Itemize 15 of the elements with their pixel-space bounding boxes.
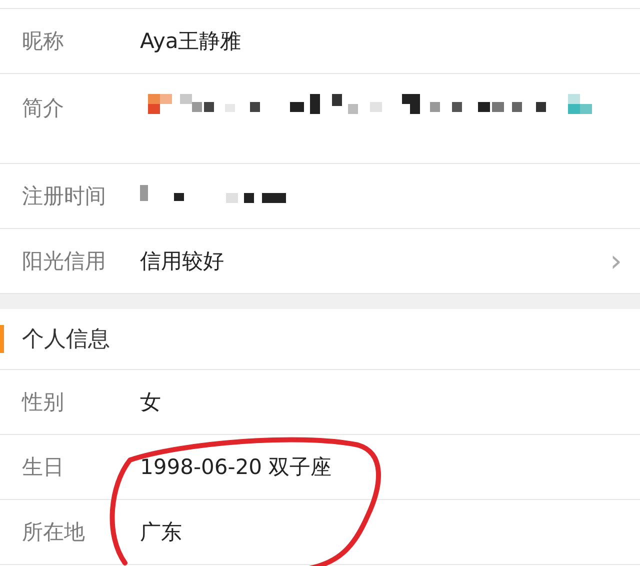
row-value: 1998-06-20 双子座	[140, 454, 333, 481]
chevron-icon[interactable]: ›	[610, 244, 622, 278]
row-value: 女	[140, 389, 162, 416]
row-label: 简介	[22, 95, 65, 122]
row-label: 所在地	[22, 519, 86, 546]
section-marker	[0, 325, 4, 353]
row-value: 信用较好	[140, 248, 225, 275]
row-label: 生日	[22, 454, 65, 481]
row-label: 注册时间	[22, 183, 107, 210]
row-label: 阳光信用	[22, 248, 107, 275]
row-value: Aya王静雅	[140, 28, 242, 55]
row-label: 昵称	[22, 28, 65, 55]
row-value: 广东	[140, 519, 183, 546]
row-label: 性别	[22, 389, 65, 416]
section-title: 个人信息	[22, 326, 110, 354]
